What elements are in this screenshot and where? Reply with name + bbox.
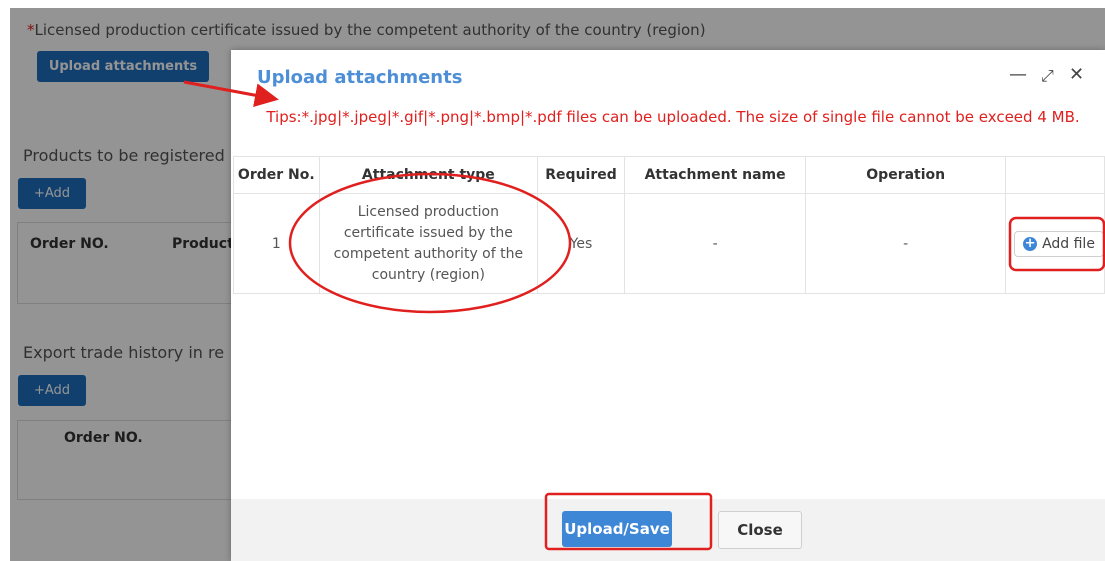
add-file-button[interactable]: + Add file <box>1014 230 1104 257</box>
add-file-label: Add file <box>1042 235 1095 252</box>
cell-attachment-type-text: Licensed production certificate issued b… <box>333 203 524 283</box>
cell-operation: - <box>805 193 1007 294</box>
col-required: Required <box>537 156 625 194</box>
cell-action: + Add file <box>1005 193 1105 294</box>
plus-circle-icon: + <box>1023 235 1038 251</box>
col-attachment-type: Attachment type <box>318 156 539 194</box>
upload-save-button[interactable]: Upload/Save <box>562 511 672 547</box>
col-extra <box>1005 156 1105 194</box>
upload-attachments-dialog: Upload attachments — ⤢ ✕ Tips:*.jpg|*.jp… <box>231 50 1105 561</box>
col-order: Order No. <box>233 156 320 194</box>
col-attachment-name: Attachment name <box>623 156 807 194</box>
maximize-icon[interactable]: ⤢ <box>1041 66 1054 86</box>
cell-attachment-type: Licensed production certificate issued b… <box>318 193 539 294</box>
close-icon[interactable]: ✕ <box>1069 64 1084 85</box>
minimize-icon[interactable]: — <box>1009 64 1027 85</box>
cell-attachment-name: - <box>623 193 807 294</box>
table-row: 1 Licensed production certificate issued… <box>233 193 1105 294</box>
attachments-table: Order No. Attachment type Required Attac… <box>233 156 1105 294</box>
cell-required: Yes <box>537 193 625 294</box>
col-operation: Operation <box>805 156 1007 194</box>
upload-tips: Tips:*.jpg|*.jpeg|*.gif|*.png|*.bmp|*.pd… <box>266 108 1080 126</box>
cell-order: 1 <box>233 193 320 294</box>
dialog-title: Upload attachments <box>257 67 463 88</box>
close-button[interactable]: Close <box>718 511 802 549</box>
